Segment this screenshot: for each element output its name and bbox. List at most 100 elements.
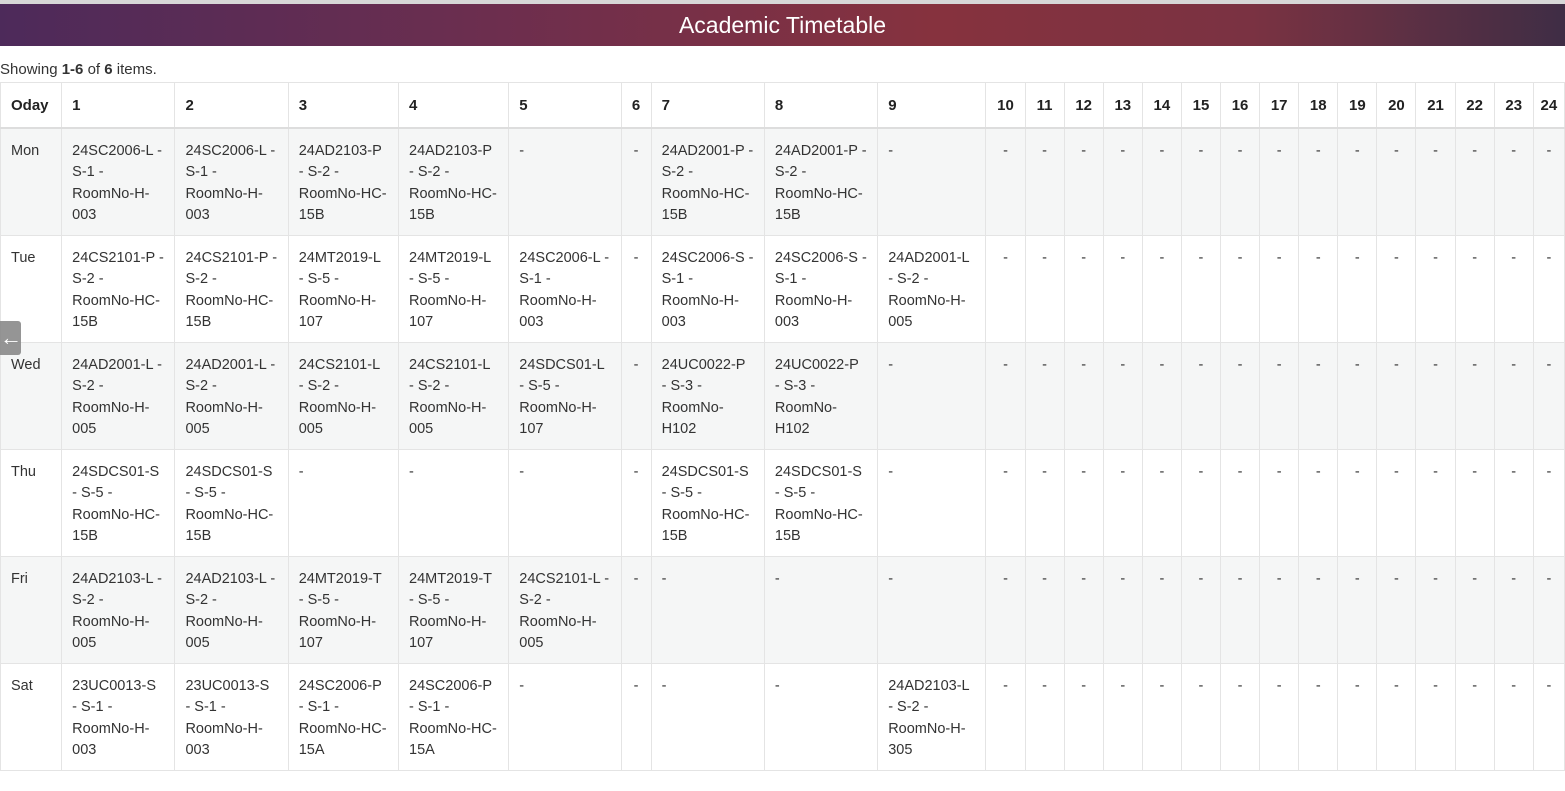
timetable-cell: - [877, 342, 987, 450]
cell-text: 24CS2101-P - S-2 - RoomNo-HC-15B [185, 250, 278, 330]
cell-text: - [1081, 143, 1087, 159]
column-header-period[interactable]: 13 [1102, 82, 1143, 129]
table-row: Thu 24SDCS01-S - S-5 - RoomNo-HC-15B 24SDC… [0, 449, 1565, 557]
timetable-cell: 24SDCS01-S - S-5 - RoomNo-HC-15B [763, 449, 879, 557]
cell-text: - [1433, 678, 1438, 694]
column-header-period[interactable]: 8 [763, 82, 879, 129]
timetable-cell: - [620, 449, 652, 557]
summary-prefix: Showing [0, 61, 62, 78]
cell-text: - [1081, 464, 1087, 480]
column-header-period[interactable]: 23 [1493, 82, 1534, 129]
column-header-period[interactable]: 7 [650, 82, 765, 129]
cell-text: - [1198, 250, 1204, 266]
cell-text: - [1315, 571, 1321, 587]
cell-text: - [1472, 571, 1478, 587]
timetable-cell: - [1376, 342, 1417, 450]
cell-text: - [1433, 250, 1438, 266]
column-header-period[interactable]: 18 [1298, 82, 1339, 129]
page-title: Academic Timetable [0, 4, 1565, 46]
timetable-cell: - [1220, 342, 1261, 450]
timetable-table: Oday 1 2 3 4 5 6 7 8 9 10 11 12 13 14 15 16 17 18 19 20 21 22 2… [0, 82, 1565, 771]
cell-text: 24AD2001-L - S-2 - RoomNo-H-005 [185, 357, 276, 437]
cell-text: 24AD2103-L - S-2 - RoomNo-H-005 [185, 571, 276, 651]
cell-text: - [1198, 357, 1204, 373]
timetable-cell: - [763, 663, 879, 771]
cell-text: - [1198, 571, 1204, 587]
timetable-cell: 24CS2101-P - S-2 - RoomNo-HC-15B [174, 235, 289, 343]
cell-text: 24MT2019-L - S-5 - RoomNo-H-107 [409, 250, 491, 330]
timetable-cell: - [1337, 342, 1378, 450]
timetable-cell: - [1415, 556, 1456, 664]
timetable-cell: - [1259, 235, 1300, 343]
timetable-cell: - [985, 556, 1026, 664]
cell-text: - [1081, 678, 1087, 694]
column-header-period[interactable]: 3 [287, 82, 400, 129]
column-header-period[interactable]: 5 [508, 82, 622, 129]
timetable-cell: 24SC2006-S - S-1 - RoomNo-H-003 [763, 235, 879, 343]
column-header-period[interactable]: 9 [877, 82, 987, 129]
cell-text: - [1472, 143, 1478, 159]
cell-text: - [1546, 250, 1552, 266]
cell-text: - [1546, 678, 1552, 694]
summary-suffix: items. [112, 61, 157, 78]
timetable-cell: - [1063, 663, 1104, 771]
column-header-period[interactable]: 14 [1141, 82, 1182, 129]
timetable-cell: 24AD2001-P - S-2 - RoomNo-HC-15B [763, 127, 879, 236]
cell-text: 24AD2103-P - S-2 - RoomNo-HC-15B [409, 143, 497, 223]
timetable-cell: - [1376, 663, 1417, 771]
column-header-day[interactable]: Oday [0, 82, 63, 129]
cell-text: - [1315, 250, 1321, 266]
sidebar-toggle-button[interactable]: ← [0, 321, 22, 355]
cell-text: 23UC0013-S - S-1 - RoomNo-H-003 [185, 678, 270, 758]
cell-text: - [1237, 464, 1243, 480]
timetable-cell: - [1180, 235, 1222, 343]
cell-text: - [1472, 357, 1478, 373]
cell-text: - [298, 464, 304, 480]
timetable-cell: - [650, 663, 765, 771]
timetable-cell: - [1532, 342, 1565, 450]
timetable-cell: 24AD2001-P - S-2 - RoomNo-HC-15B [650, 127, 765, 236]
column-header-period[interactable]: 4 [397, 82, 510, 129]
timetable-cell: - [1298, 235, 1339, 343]
column-header-period[interactable]: 22 [1454, 82, 1495, 129]
cell-text: - [1081, 250, 1087, 266]
column-header-period[interactable]: 17 [1259, 82, 1300, 129]
timetable-cell: 24SDCS01-S - S-5 - RoomNo-HC-15B [61, 449, 176, 557]
timetable-cell: 24UC0022-P - S-3 - RoomNo-H102 [650, 342, 765, 450]
column-header-period[interactable]: 16 [1220, 82, 1261, 129]
timetable-cell: 24SDCS01-L - S-5 - RoomNo-H-107 [508, 342, 622, 450]
column-header-period[interactable]: 12 [1063, 82, 1104, 129]
timetable-cell: - [1454, 127, 1495, 236]
column-header-period[interactable]: 19 [1337, 82, 1378, 129]
column-header-period[interactable]: 20 [1376, 82, 1417, 129]
column-header-period[interactable]: 10 [985, 82, 1026, 129]
cell-text: - [633, 464, 639, 480]
column-header-period[interactable]: 1 [61, 82, 176, 129]
cell-text: 24AD2103-P - S-2 - RoomNo-HC-15B [298, 143, 387, 223]
day-label: Tue [11, 250, 36, 266]
cell-text: - [1511, 571, 1517, 587]
cell-text: - [1354, 357, 1360, 373]
column-header-period[interactable]: 11 [1024, 82, 1065, 129]
cell-text: - [1315, 143, 1321, 159]
column-header-period[interactable]: 2 [174, 82, 289, 129]
timetable-cell: - [1376, 556, 1417, 664]
timetable-cell: 24AD2103-L - S-2 - RoomNo-H-005 [61, 556, 176, 664]
column-header-period[interactable]: 6 [620, 82, 652, 129]
cell-text: 24SDCS01-S - S-5 - RoomNo-HC-15B [661, 464, 750, 544]
timetable-cell: - [1454, 449, 1495, 557]
timetable-cell: - [650, 556, 765, 664]
cell-text: - [1394, 357, 1399, 373]
cell-text: - [1354, 571, 1360, 587]
column-header-period[interactable]: 15 [1180, 82, 1222, 129]
timetable-cell: - [1298, 449, 1339, 557]
cell-text: - [1042, 143, 1048, 159]
timetable-cell: - [1063, 449, 1104, 557]
cell-text: - [519, 464, 525, 480]
cell-text: - [409, 464, 414, 480]
timetable-cell: - [1220, 235, 1261, 343]
cell-text: - [1472, 678, 1478, 694]
timetable-cell: - [1415, 449, 1456, 557]
column-header-period[interactable]: 24 [1532, 82, 1565, 129]
column-header-period[interactable]: 21 [1415, 82, 1456, 129]
